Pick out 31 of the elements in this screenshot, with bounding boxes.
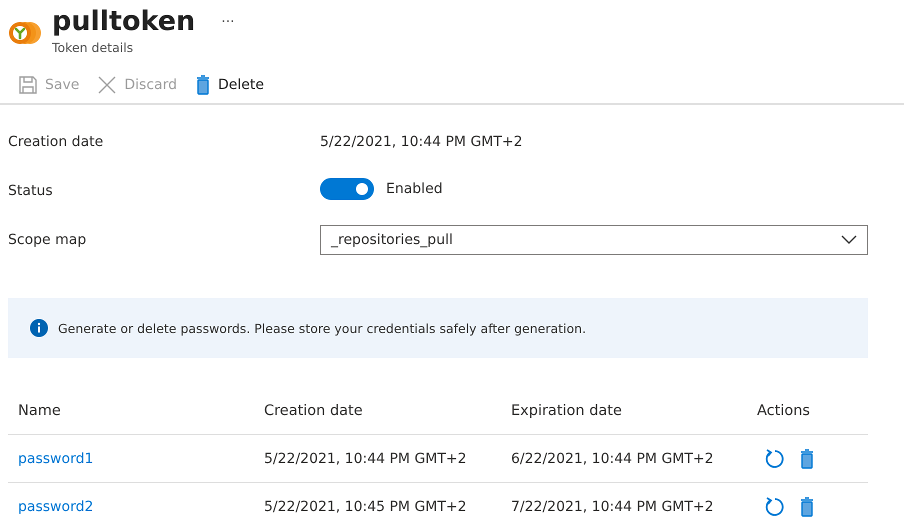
toggle-label: Enabled (386, 180, 443, 196)
status-toggle[interactable] (320, 178, 374, 200)
delete-button[interactable]: Delete (191, 73, 268, 97)
trash-icon[interactable] (799, 496, 815, 516)
info-text: Generate or delete passwords. Please store your credentials safely after generation. (58, 320, 586, 336)
column-header: Actions (757, 403, 811, 419)
chevron-down-icon (841, 234, 857, 244)
page-title: pulltoken (52, 6, 196, 38)
info-icon (30, 319, 48, 337)
close-icon (97, 75, 118, 95)
page-subtitle: Token details (52, 40, 134, 55)
trash-icon (195, 75, 212, 95)
column-header: Expiration date (511, 403, 623, 419)
trash-icon[interactable] (799, 448, 815, 468)
password-link[interactable]: password1 (18, 450, 264, 466)
field-label: Status (8, 182, 54, 198)
table-cell-text: 7/22/2021, 10:44 PM GMT+2 (511, 498, 715, 514)
field-label: Scope map (8, 232, 88, 248)
column-header: Name (18, 403, 62, 419)
table-cell-text: 5/22/2021, 10:44 PM GMT+2 (264, 450, 468, 466)
table-cell-text: 6/22/2021, 10:44 PM GMT+2 (511, 450, 715, 466)
save-icon (18, 75, 38, 95)
regenerate-icon[interactable] (763, 448, 785, 470)
table-cell-text: 5/22/2021, 10:45 PM GMT+2 (264, 498, 468, 514)
column-header: Creation date (264, 403, 364, 419)
field-label: Creation date (8, 134, 104, 150)
regenerate-icon[interactable] (763, 496, 785, 518)
more-button[interactable]: ··· (217, 14, 239, 30)
scope-map-dropdown[interactable]: _repositories_pull (320, 224, 868, 254)
field-value: 5/22/2021, 10:44 PM GMT+2 (320, 134, 523, 150)
password-link[interactable]: password2 (18, 498, 264, 514)
